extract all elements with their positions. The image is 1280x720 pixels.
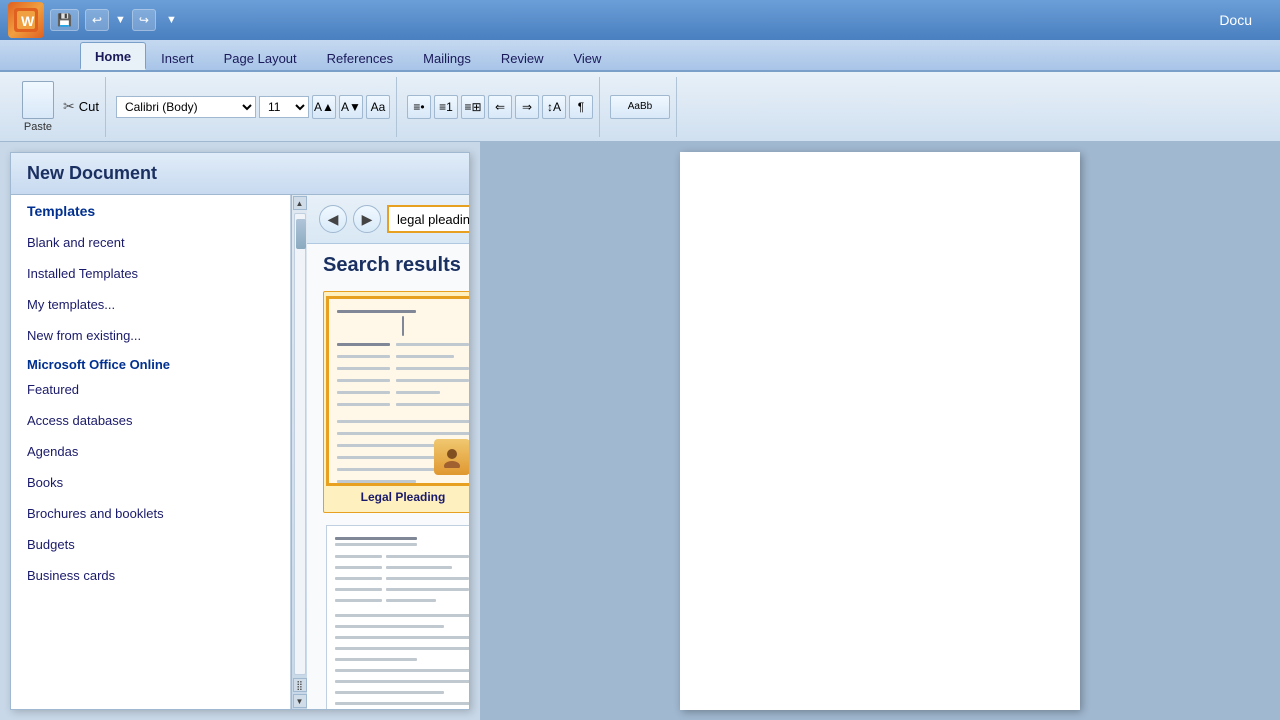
sidebar-item-templates[interactable]: Templates — [11, 195, 290, 227]
cut-label: Cut — [79, 99, 99, 114]
sidebar-item-agendas[interactable]: Agendas — [11, 436, 290, 467]
tab-review[interactable]: Review — [486, 44, 559, 70]
ribbon-toolbar: Paste ✂ Cut Calibri (Body) 11 A▲ A▼ Aa ≡… — [0, 72, 1280, 142]
styles-group: AaBb — [604, 77, 677, 137]
document-page — [680, 152, 1080, 710]
style-button[interactable]: AaBb — [610, 95, 670, 119]
template-card-legal-pleading[interactable]: Legal Pleading — [323, 291, 469, 513]
indent-decrease-button[interactable]: ⇐ — [488, 95, 512, 119]
sidebar: Templates Blank and recent Installed Tem… — [11, 195, 291, 709]
document-area — [480, 142, 1280, 720]
main-area: New Document Templates Blank and recent … — [0, 142, 1280, 720]
sidebar-item-budgets[interactable]: Budgets — [11, 529, 290, 560]
search-bar: ◀ ▶ — [307, 195, 469, 244]
office-logo: W — [8, 2, 44, 38]
ribbon-tabs: Home Insert Page Layout References Maili… — [0, 40, 1280, 72]
template-card-pleading-32[interactable]: Pleading form with 32 lines — [323, 525, 469, 709]
sidebar-item-new-existing[interactable]: New from existing... — [11, 320, 290, 351]
sort-button[interactable]: ↕A — [542, 95, 566, 119]
sidebar-item-my-templates[interactable]: My templates... — [11, 289, 290, 320]
change-case-button[interactable]: Aa — [366, 95, 390, 119]
scroll-track[interactable] — [294, 213, 306, 675]
sidebar-item-business-cards[interactable]: Business cards — [11, 560, 290, 591]
search-input[interactable] — [387, 205, 469, 233]
back-button[interactable]: ◀ — [319, 205, 347, 233]
sidebar-item-blank-recent[interactable]: Blank and recent — [11, 227, 290, 258]
template-label-legal-pleading: Legal Pleading — [361, 486, 446, 508]
forward-button[interactable]: ▶ — [353, 205, 381, 233]
paste-label: Paste — [24, 121, 52, 133]
font-size-select[interactable]: 11 — [259, 96, 309, 118]
cut-button[interactable]: ✂ Cut — [63, 98, 99, 115]
app-title: Docu — [1219, 12, 1252, 28]
title-bar: W 💾 ↩ ▼ ↪ ▼ Docu — [0, 0, 1280, 40]
scroll-down-arrow[interactable]: ▼ — [293, 694, 307, 708]
results-title: Search results — [307, 244, 469, 283]
tab-pagelayout[interactable]: Page Layout — [209, 44, 312, 70]
show-formatting-button[interactable]: ¶ — [569, 95, 593, 119]
template-preview-legal-pleading — [326, 296, 470, 486]
numbering-button[interactable]: ≡1 — [434, 95, 458, 119]
clipboard-group: Paste ✂ Cut — [10, 77, 106, 137]
undo-dropdown[interactable]: ▼ — [115, 14, 126, 26]
tab-home[interactable]: Home — [80, 42, 146, 70]
results-grid: Legal Pleading — [307, 283, 469, 709]
sidebar-resize-handle[interactable]: ⣿ — [293, 678, 307, 692]
indent-increase-button[interactable]: ⇒ — [515, 95, 539, 119]
redo-button[interactable]: ↪ — [132, 9, 156, 31]
tab-view[interactable]: View — [558, 44, 616, 70]
paragraph-group: ≡• ≡1 ≡⊞ ⇐ ⇒ ↕A ¶ — [401, 77, 600, 137]
panel-body: Templates Blank and recent Installed Tem… — [11, 195, 469, 709]
save-button[interactable]: 💾 — [50, 9, 79, 31]
grow-font-button[interactable]: A▲ — [312, 95, 336, 119]
sidebar-item-books[interactable]: Books — [11, 467, 290, 498]
sidebar-section-ms-online: Microsoft Office Online — [11, 351, 290, 374]
panel-header: New Document — [11, 153, 469, 195]
sidebar-scrollbar[interactable]: ▲ ⣿ ▼ — [291, 195, 307, 709]
sidebar-item-brochures[interactable]: Brochures and booklets — [11, 498, 290, 529]
scroll-thumb[interactable] — [296, 219, 306, 249]
user-icon — [434, 439, 470, 475]
template-preview-pleading-32 — [326, 525, 470, 709]
quick-access-dropdown[interactable]: ▼ — [166, 14, 177, 26]
results-area: ◀ ▶ Search results — [307, 195, 469, 709]
cut-copy-group: ✂ Cut — [63, 98, 99, 115]
shrink-font-button[interactable]: A▼ — [339, 95, 363, 119]
font-family-select[interactable]: Calibri (Body) — [116, 96, 256, 118]
svg-text:W: W — [21, 13, 35, 29]
undo-button[interactable]: ↩ — [85, 9, 109, 31]
tab-mailings[interactable]: Mailings — [408, 44, 486, 70]
font-group: Calibri (Body) 11 A▲ A▼ Aa — [110, 77, 397, 137]
multilevel-button[interactable]: ≡⊞ — [461, 95, 485, 119]
bullets-button[interactable]: ≡• — [407, 95, 431, 119]
tab-references[interactable]: References — [312, 44, 408, 70]
scissors-icon: ✂ — [63, 98, 75, 115]
sidebar-item-access-db[interactable]: Access databases — [11, 405, 290, 436]
tab-insert[interactable]: Insert — [146, 44, 209, 70]
sidebar-item-installed[interactable]: Installed Templates — [11, 258, 290, 289]
sidebar-item-featured[interactable]: Featured — [11, 374, 290, 405]
new-document-panel: New Document Templates Blank and recent … — [10, 152, 470, 710]
sidebar-container: Templates Blank and recent Installed Tem… — [11, 195, 307, 709]
paste-button[interactable]: Paste — [16, 79, 60, 135]
scroll-up-arrow[interactable]: ▲ — [293, 196, 307, 210]
